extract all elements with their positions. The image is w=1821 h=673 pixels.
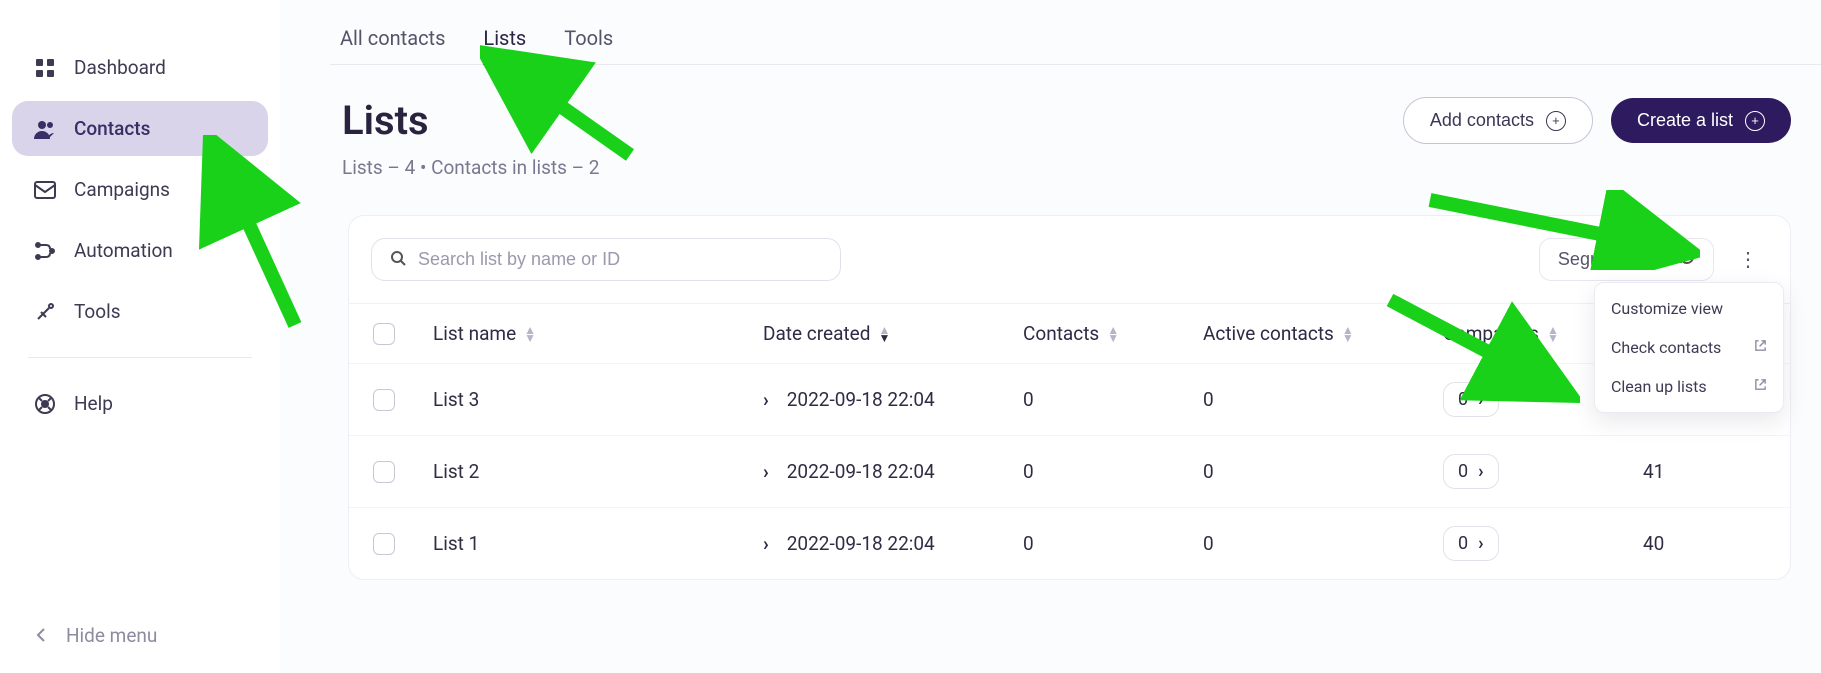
popup-customize-view[interactable]: Customize view	[1595, 289, 1783, 328]
search-icon	[390, 250, 406, 270]
sidebar-divider	[28, 357, 252, 358]
chevron-right-icon: ›	[763, 388, 769, 411]
segmentation-button[interactable]: Segmentation	[1539, 238, 1714, 281]
table-row[interactable]: List 2 › 2022-09-18 22:04 0 0 0 › 41	[349, 435, 1790, 507]
table-row[interactable]: List 1 › 2022-09-18 22:04 0 0 0 › 40	[349, 507, 1790, 579]
tab-lists[interactable]: Lists	[483, 20, 526, 64]
date-cell: 2022-09-18 22:04	[787, 532, 935, 555]
tabs: All contacts Lists Tools	[330, 10, 1821, 65]
row-checkbox[interactable]	[373, 461, 395, 483]
contacts-cell: 0	[1023, 460, 1203, 483]
chevron-right-icon: ›	[763, 532, 769, 555]
people-icon	[34, 118, 56, 140]
mail-icon	[34, 179, 56, 201]
segmentation-label: Segmentation	[1558, 249, 1669, 270]
sort-icon: ▲▼	[1342, 326, 1354, 342]
more-options-button[interactable]: ⋮	[1728, 239, 1768, 280]
campaigns-pill[interactable]: 0 ›	[1443, 382, 1499, 417]
list-name-cell: List 2	[433, 460, 479, 483]
more-options-popup: Customize view Check contacts Clean up l…	[1594, 282, 1784, 413]
list-name-cell: List 3	[433, 388, 479, 411]
chevron-right-icon: ›	[1478, 461, 1483, 482]
tab-all-contacts[interactable]: All contacts	[340, 20, 445, 64]
extra-cell: 41	[1643, 460, 1783, 483]
page-subtitle: Lists – 4 • Contacts in lists – 2	[342, 156, 599, 179]
contacts-cell: 0	[1023, 532, 1203, 555]
active-cell: 0	[1203, 388, 1443, 411]
dashboard-icon	[34, 57, 56, 79]
collapse-icon	[34, 624, 52, 647]
kebab-icon: ⋮	[1738, 249, 1758, 271]
sort-icon: ▲▼	[524, 326, 536, 342]
campaigns-pill[interactable]: 0 ›	[1443, 526, 1499, 561]
sidebar-item-label: Help	[74, 392, 113, 415]
col-active-contacts[interactable]: Active contacts ▲▼	[1203, 322, 1443, 345]
active-cell: 0	[1203, 532, 1443, 555]
sidebar-item-help[interactable]: Help	[12, 376, 268, 431]
col-list-name[interactable]: List name ▲▼	[433, 322, 763, 345]
hide-menu-label: Hide menu	[66, 624, 157, 647]
tab-tools[interactable]: Tools	[564, 20, 613, 64]
external-link-icon	[1754, 339, 1767, 356]
sidebar-item-automation[interactable]: Automation	[12, 223, 268, 278]
popup-clean-up-lists[interactable]: Clean up lists	[1595, 367, 1783, 406]
campaigns-pill[interactable]: 0 ›	[1443, 454, 1499, 489]
hide-menu-button[interactable]: Hide menu	[12, 610, 268, 661]
popup-check-contacts[interactable]: Check contacts	[1595, 328, 1783, 367]
create-list-button[interactable]: Create a list +	[1611, 98, 1791, 143]
table-header: List name ▲▼ Date created ▲▼ Contacts ▲▼…	[349, 303, 1790, 363]
main-content: All contacts Lists Tools Lists Lists – 4…	[300, 0, 1821, 673]
search-box[interactable]	[371, 238, 841, 281]
contacts-cell: 0	[1023, 388, 1203, 411]
row-checkbox[interactable]	[373, 389, 395, 411]
col-contacts[interactable]: Contacts ▲▼	[1023, 322, 1203, 345]
sort-icon: ▲▼	[1547, 326, 1559, 342]
external-link-icon	[1754, 378, 1767, 395]
sidebar-item-contacts[interactable]: Contacts	[12, 101, 268, 156]
help-icon	[34, 393, 56, 415]
sidebar-item-label: Campaigns	[74, 178, 170, 201]
extra-cell: 40	[1643, 532, 1783, 555]
search-input[interactable]	[418, 249, 822, 270]
chevron-right-icon: ›	[1478, 533, 1483, 554]
sidebar-item-label: Contacts	[74, 117, 150, 140]
date-cell: 2022-09-18 22:04	[787, 460, 935, 483]
add-contacts-label: Add contacts	[1430, 110, 1534, 131]
list-name-cell: List 1	[433, 532, 479, 555]
active-cell: 0	[1203, 460, 1443, 483]
sidebar-item-label: Tools	[74, 300, 121, 323]
refresh-icon	[1679, 249, 1695, 270]
sort-icon: ▲▼	[878, 326, 890, 342]
select-all-checkbox[interactable]	[373, 323, 395, 345]
plus-icon: +	[1546, 111, 1566, 131]
plus-icon: +	[1745, 111, 1765, 131]
sidebar-item-campaigns[interactable]: Campaigns	[12, 162, 268, 217]
chevron-right-icon: ›	[763, 460, 769, 483]
sidebar: Dashboard Contacts Campaigns	[0, 0, 280, 673]
sort-icon: ▲▼	[1107, 326, 1119, 342]
automation-icon	[34, 240, 56, 262]
lists-panel: Segmentation ⋮ List name ▲▼	[348, 215, 1791, 580]
date-cell: 2022-09-18 22:04	[787, 388, 935, 411]
add-contacts-button[interactable]: Add contacts +	[1403, 97, 1593, 144]
sidebar-item-tools[interactable]: Tools	[12, 284, 268, 339]
row-checkbox[interactable]	[373, 533, 395, 555]
table-row[interactable]: List 3 › 2022-09-18 22:04 0 0 0 ›	[349, 363, 1790, 435]
col-date-created[interactable]: Date created ▲▼	[763, 322, 1023, 345]
sidebar-item-dashboard[interactable]: Dashboard	[12, 40, 268, 95]
tools-icon	[34, 301, 56, 323]
create-list-label: Create a list	[1637, 110, 1733, 131]
page-title: Lists	[342, 97, 599, 144]
sidebar-item-label: Dashboard	[74, 56, 166, 79]
chevron-right-icon: ›	[1478, 389, 1483, 410]
sidebar-item-label: Automation	[74, 239, 173, 262]
